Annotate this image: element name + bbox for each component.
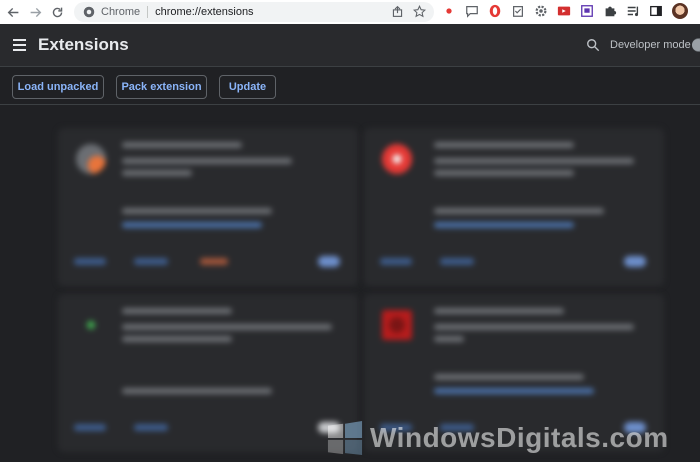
reload-icon [52, 7, 62, 17]
record-icon[interactable] [557, 4, 571, 18]
reload-button[interactable] [46, 0, 68, 24]
pack-extension-button[interactable]: Pack extension [116, 75, 207, 99]
extension-toggle[interactable] [318, 256, 340, 267]
action-bar: Load unpacked Pack extension Update [0, 67, 700, 105]
side-panel-icon[interactable] [649, 4, 663, 18]
red-dot-icon[interactable] [442, 4, 456, 18]
chat-icon[interactable] [465, 4, 479, 18]
browser-toolbar: Chrome chrome://extensions [0, 0, 700, 24]
bookmark-star-icon[interactable] [413, 5, 426, 18]
extension-logo [382, 310, 412, 340]
extensions-header: Extensions Developer mode [0, 24, 700, 67]
media-queue-icon[interactable] [626, 4, 640, 18]
page-title: Extensions [38, 35, 129, 54]
extension-card[interactable] [58, 128, 358, 286]
clipboard-icon[interactable] [511, 4, 525, 18]
extension-logo [76, 310, 106, 340]
developer-mode-toggle[interactable] [692, 38, 700, 52]
site-chip-label: Chrome [101, 6, 141, 18]
extension-logo [76, 144, 106, 174]
windows-logo-icon [327, 420, 363, 456]
opera-icon[interactable] [488, 4, 502, 18]
load-unpacked-button[interactable]: Load unpacked [12, 75, 104, 99]
window-icon[interactable] [580, 4, 594, 18]
watermark: WindowsDigitals.com [326, 420, 669, 456]
arrow-right-icon [30, 7, 41, 17]
share-icon[interactable] [391, 5, 404, 18]
toggle-knob [692, 39, 700, 51]
watermark-text: WindowsDigitals.com [370, 422, 669, 453]
extension-logo [382, 144, 412, 174]
developer-mode-label: Developer mode [610, 39, 691, 51]
extensions-toolbar [442, 3, 688, 19]
url-text: chrome://extensions [155, 6, 254, 18]
update-button[interactable]: Update [219, 75, 276, 99]
extensions-grid [0, 106, 700, 462]
hamburger-menu-icon[interactable] [13, 39, 26, 51]
search-icon[interactable] [586, 38, 600, 52]
gear-icon[interactable] [534, 4, 548, 18]
forward-button[interactable] [24, 0, 46, 24]
avatar[interactable] [672, 3, 688, 19]
divider [147, 6, 149, 18]
arrow-left-icon [7, 7, 18, 17]
address-bar[interactable]: Chrome chrome://extensions [74, 2, 434, 22]
puzzle-icon[interactable] [603, 4, 617, 18]
back-button[interactable] [2, 0, 24, 24]
extension-card[interactable] [364, 128, 664, 286]
extension-card[interactable] [58, 294, 358, 452]
extension-toggle[interactable] [624, 256, 646, 267]
chrome-icon [83, 6, 95, 18]
